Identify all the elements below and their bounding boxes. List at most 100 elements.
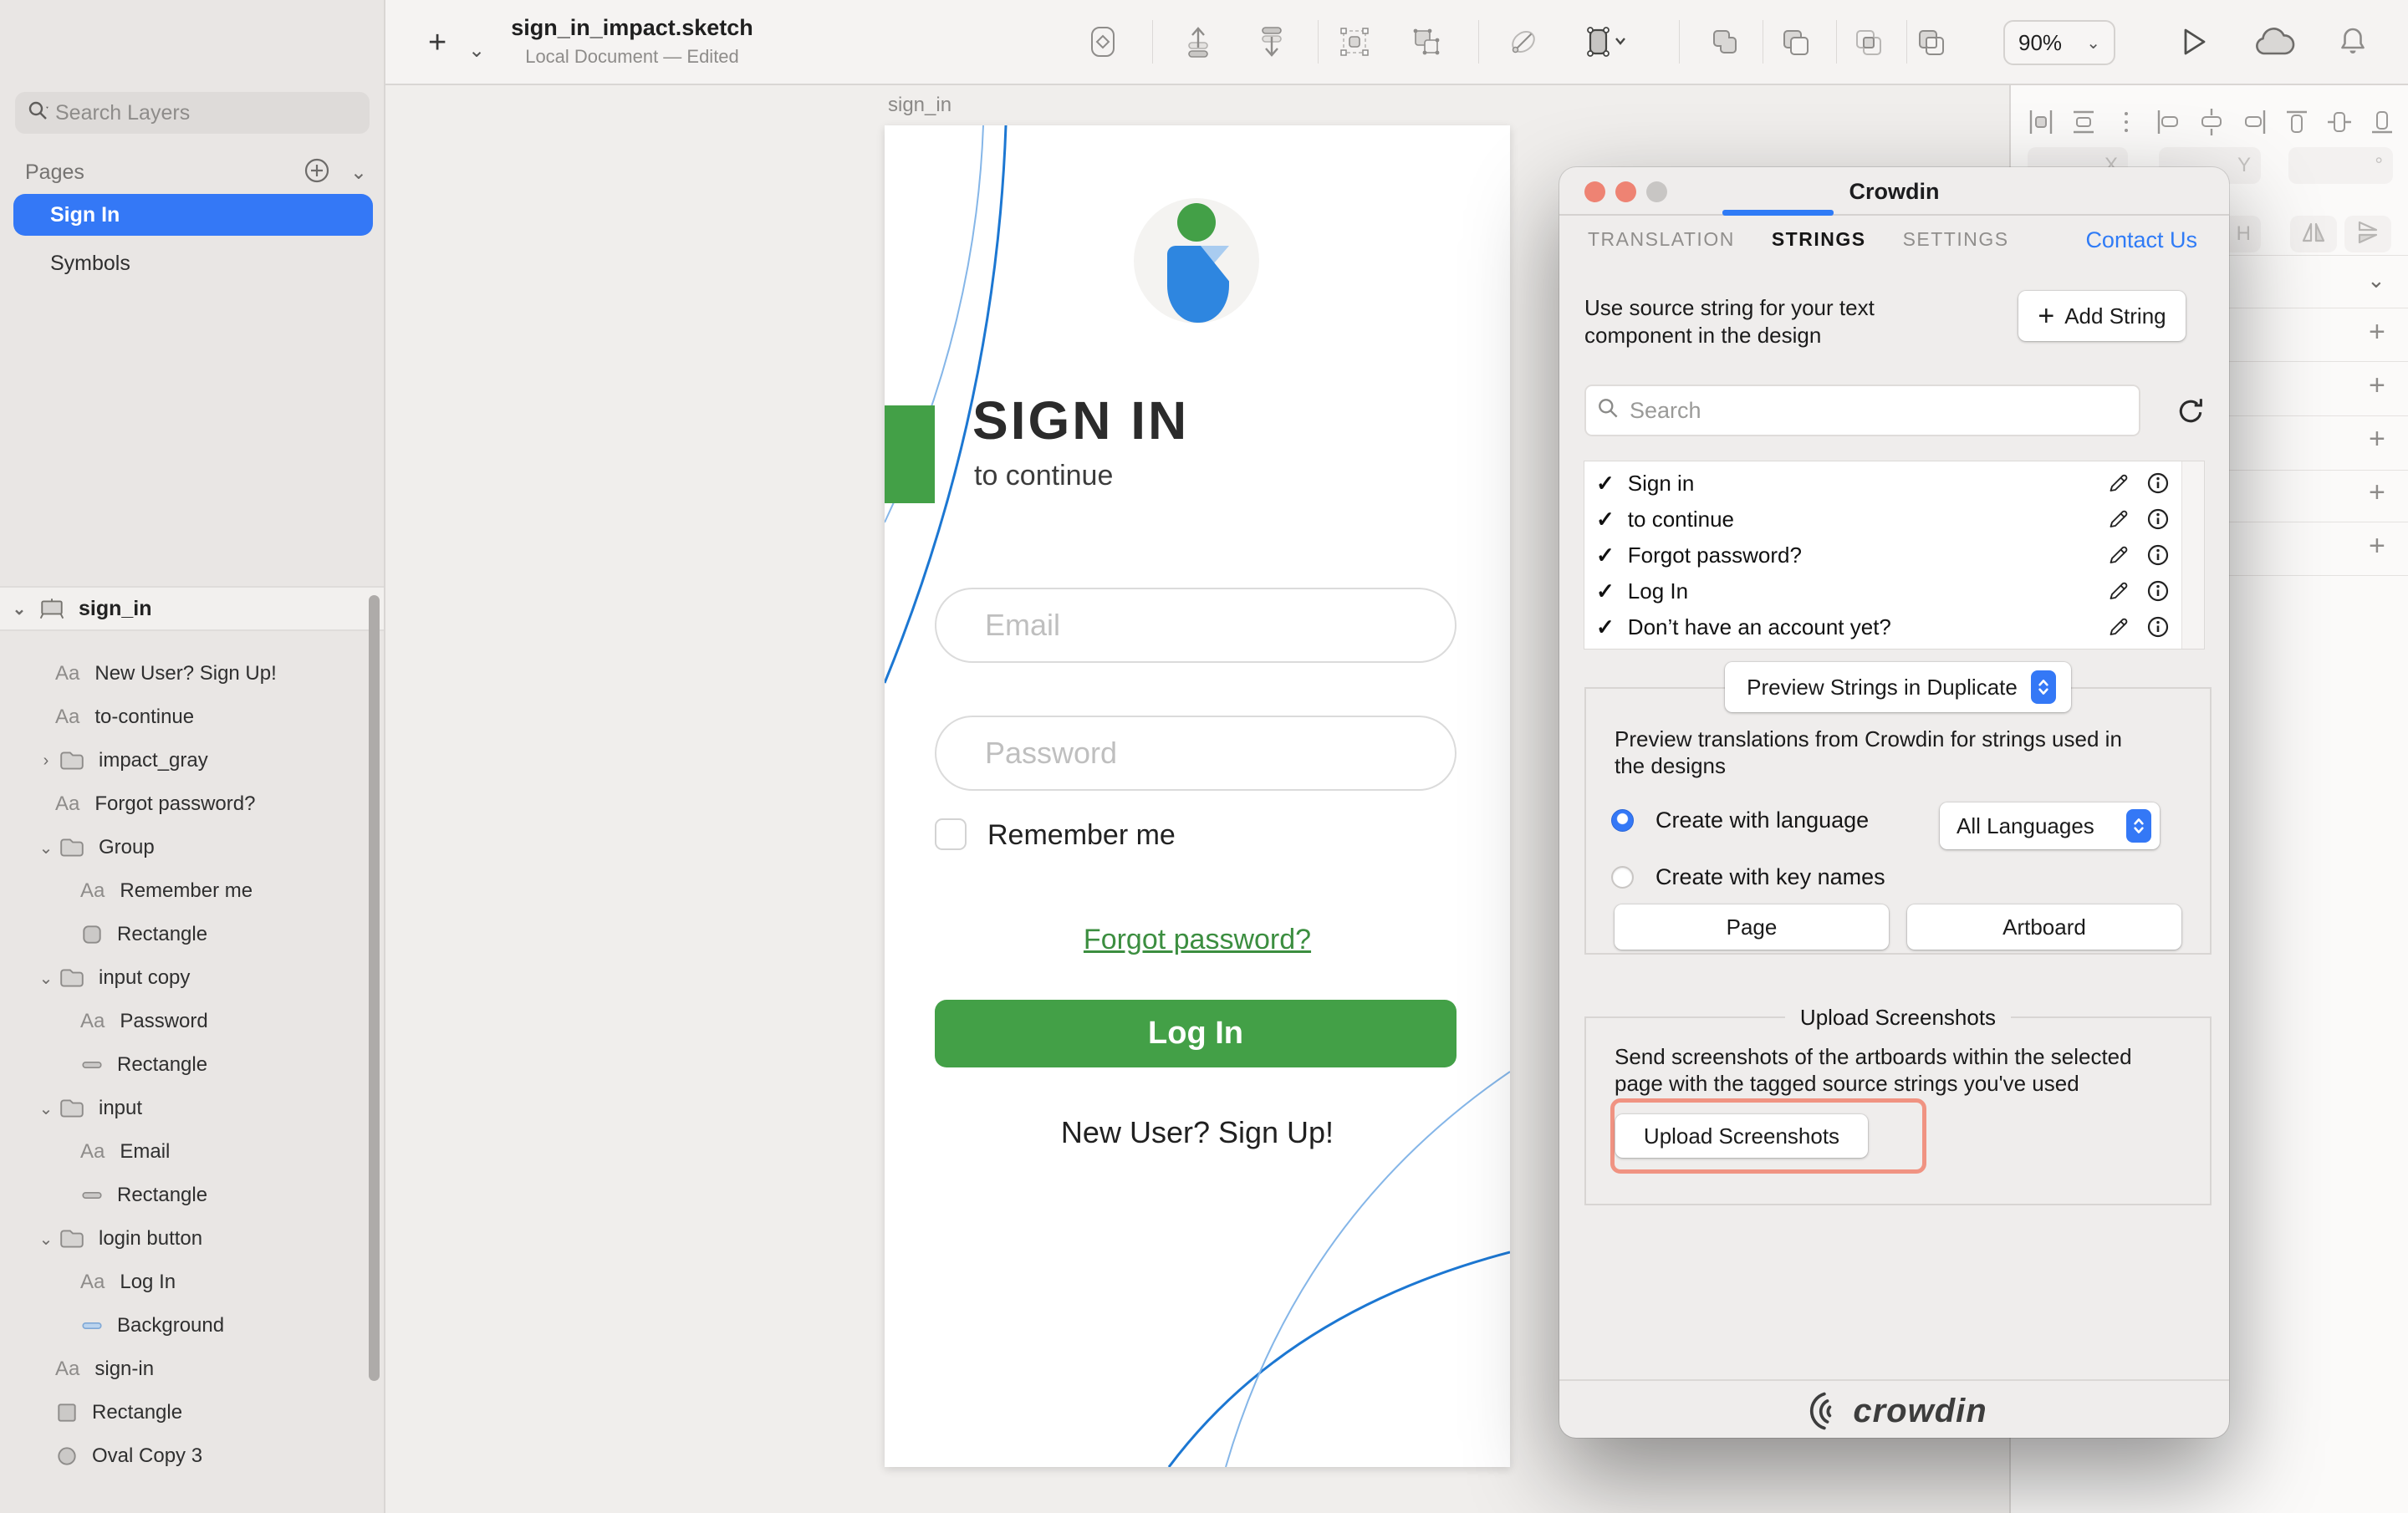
vector-edit-icon[interactable] [1505, 23, 1542, 60]
move-backward-icon[interactable] [1253, 23, 1290, 60]
symbol-icon[interactable] [1084, 23, 1121, 60]
overflow-dots-icon[interactable] [2110, 105, 2143, 139]
create-with-language-option[interactable]: Create with language [1611, 807, 1869, 833]
group-icon[interactable] [1336, 23, 1373, 60]
layer-row-email[interactable]: AaEmail [0, 1130, 384, 1174]
layer-row-group[interactable]: ⌄Group [0, 826, 384, 869]
upload-screenshots-button[interactable]: Upload Screenshots [1615, 1114, 1868, 1158]
cloud-icon[interactable] [2251, 23, 2288, 60]
intersect-icon[interactable] [1849, 23, 1886, 60]
source-string-row[interactable]: ✓ Don’t have an account yet? [1584, 609, 2182, 645]
chevron-down-icon[interactable]: ⌄ [0, 599, 38, 619]
flip-vertical-button[interactable] [2344, 216, 2391, 252]
layer-row-sign-in[interactable]: Aasign-in [0, 1347, 384, 1391]
page-button[interactable]: Page [1615, 904, 1889, 950]
refresh-strings-icon[interactable] [2174, 395, 2207, 428]
artboard-canvas-label[interactable]: sign_in [888, 94, 951, 117]
string-info-icon[interactable] [2145, 578, 2171, 604]
align-right-icon[interactable] [2237, 105, 2271, 139]
chevron-down-icon[interactable]: ⌄ [33, 1098, 59, 1119]
dialog-tab-strings[interactable]: STRINGS [1772, 228, 1866, 251]
edit-string-icon[interactable] [2105, 578, 2130, 604]
insert-chevron-icon[interactable]: ⌄ [468, 37, 485, 65]
move-forward-icon[interactable] [1180, 23, 1217, 60]
ungroup-icon[interactable] [1408, 23, 1445, 60]
chevron-down-icon[interactable]: ⌄ [33, 1229, 59, 1250]
layer-row-rectangle[interactable]: Rectangle [0, 913, 384, 956]
password-field[interactable]: Password [935, 716, 1457, 791]
add-style-icon[interactable]: + [2369, 476, 2385, 509]
search-layers-input[interactable]: Search Layers [15, 92, 370, 134]
layer-row-rectangle[interactable]: Rectangle [0, 1043, 384, 1087]
add-string-button[interactable]: + Add String [2018, 291, 2186, 341]
edit-string-icon[interactable] [2105, 507, 2130, 532]
chevron-right-icon[interactable]: › [33, 751, 59, 771]
zoom-level-select[interactable]: 90% ⌄ [2003, 20, 2115, 65]
layer-row-input-copy[interactable]: ⌄input copy [0, 956, 384, 1000]
strings-list-scrollbar[interactable] [2181, 461, 2204, 649]
distribute-vertical-icon[interactable] [2067, 105, 2100, 139]
layer-row-forgot-password-[interactable]: AaForgot password? [0, 782, 384, 826]
remember-me-checkbox[interactable] [935, 818, 967, 850]
log-in-button[interactable]: Log In [935, 1000, 1457, 1067]
layer-row-to-continue[interactable]: Aato-continue [0, 695, 384, 739]
layer-row-new-user-sign-up-[interactable]: AaNew User? Sign Up! [0, 652, 384, 695]
string-search-input[interactable]: Search [1584, 385, 2140, 436]
source-string-row[interactable]: ✓ Forgot password? [1584, 537, 2182, 573]
sign-up-link[interactable]: New User? Sign Up! [885, 1115, 1510, 1150]
layer-row-background[interactable]: Background [0, 1304, 384, 1347]
source-string-row[interactable]: ✓ Log In [1584, 573, 2182, 609]
layer-row-input[interactable]: ⌄input [0, 1087, 384, 1130]
rotation-field[interactable]: ° [2288, 147, 2393, 184]
insert-plus-button[interactable]: + [428, 28, 446, 57]
language-select[interactable]: All Languages [1940, 802, 2160, 849]
add-page-icon[interactable] [302, 155, 332, 190]
layer-row-rectangle[interactable]: Rectangle [0, 1391, 384, 1434]
string-info-icon[interactable] [2145, 543, 2171, 568]
flip-horizontal-button[interactable] [2290, 216, 2337, 252]
string-info-icon[interactable] [2145, 471, 2171, 496]
distribute-horizontal-icon[interactable] [2024, 105, 2058, 139]
artboard-group-row[interactable]: ⌄ sign_in [0, 586, 384, 631]
sidebar-scrollbar[interactable] [369, 595, 380, 1381]
dialog-tab-translation[interactable]: TRANSLATION [1588, 228, 1735, 251]
chevron-down-icon[interactable]: ⌄ [33, 968, 59, 989]
layer-row-login-button[interactable]: ⌄login button [0, 1217, 384, 1261]
source-string-row[interactable]: ✓ to continue [1584, 501, 2182, 537]
source-string-row[interactable]: ✓ Sign in [1584, 465, 2182, 502]
add-style-icon[interactable]: + [2369, 530, 2385, 563]
layer-row-oval-copy-3[interactable]: Oval Copy 3 [0, 1434, 384, 1478]
layer-row-rectangle[interactable]: Rectangle [0, 1174, 384, 1217]
layer-row-impact-gray[interactable]: ›impact_gray [0, 739, 384, 782]
union-icon[interactable] [1707, 23, 1743, 60]
align-top-icon[interactable] [2280, 105, 2314, 139]
edit-string-icon[interactable] [2105, 471, 2130, 496]
add-style-icon[interactable]: + [2369, 316, 2385, 349]
layer-row-log-in[interactable]: AaLog In [0, 1261, 384, 1304]
artboard-button[interactable]: Artboard [1907, 904, 2181, 950]
chevron-down-icon[interactable]: ⌄ [33, 838, 59, 858]
preview-strings-dropdown[interactable]: Preview Strings in Duplicate [1725, 662, 2071, 712]
align-left-icon[interactable] [2152, 105, 2186, 139]
resize-icon[interactable] [1579, 23, 1615, 60]
layer-row-password[interactable]: AaPassword [0, 1000, 384, 1043]
email-field[interactable]: Email [935, 588, 1457, 663]
play-icon[interactable] [2174, 23, 2211, 60]
collapse-pages-icon[interactable]: ⌄ [350, 160, 367, 185]
sidebar-page-sign-in[interactable]: Sign In [13, 194, 373, 236]
align-bottom-icon[interactable] [2365, 105, 2399, 139]
string-info-icon[interactable] [2145, 507, 2171, 532]
create-with-key-names-option[interactable]: Create with key names [1611, 864, 1885, 890]
align-middle-icon[interactable] [2323, 105, 2356, 139]
string-info-icon[interactable] [2145, 614, 2171, 639]
subtract-icon[interactable] [1777, 23, 1814, 60]
sign-in-artboard[interactable]: SIGN IN to continue Email Password Remem… [885, 125, 1510, 1467]
sidebar-page-symbols[interactable]: Symbols [13, 242, 373, 284]
layer-row-remember-me[interactable]: AaRemember me [0, 869, 384, 913]
add-style-icon[interactable]: + [2369, 369, 2385, 402]
bell-icon[interactable] [2334, 23, 2371, 60]
contact-us-link[interactable]: Contact Us [2085, 227, 2197, 253]
edit-string-icon[interactable] [2105, 543, 2130, 568]
edit-string-icon[interactable] [2105, 614, 2130, 639]
align-center-horizontal-icon[interactable] [2195, 105, 2228, 139]
